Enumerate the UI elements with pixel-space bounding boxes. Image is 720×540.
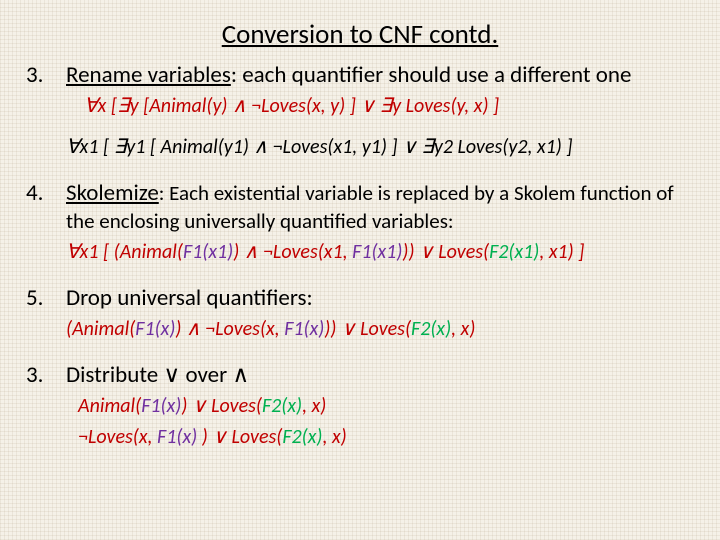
f-f2: F2(x) (262, 394, 302, 418)
f-post: , x) (302, 394, 326, 418)
f-f2: F2(x1) (489, 240, 539, 264)
f-post: , x1) ] (539, 240, 584, 264)
f-post: , x) (322, 425, 346, 449)
step-body: : (307, 284, 313, 312)
f-pre: ∀x1 [ (Animal( (66, 240, 183, 264)
step-list: Rename variables: each quantifier should… (22, 61, 698, 451)
f-pre: Animal( (78, 394, 141, 418)
f-pre: (Animal( (66, 317, 135, 341)
f-mid2: )) ∨ Loves( (402, 240, 489, 264)
f-f1: F1(x) (135, 317, 175, 341)
f-f1b: F1(x) (284, 317, 324, 341)
f-mid2: )) ∨ Loves( (324, 317, 411, 341)
step-rename: Rename variables: each quantifier should… (66, 61, 698, 161)
step-skolemize: Skolemize: Each existential variable is … (66, 179, 698, 266)
formula-drop: (Animal(F1(x)) ∧ ¬Loves(x, F1(x))) ∨ Lov… (66, 316, 698, 343)
formula-rename-a: ∀x [∃y [Animal(y) ∧ ¬Loves(x, y) ] ∨ ∃y … (84, 93, 698, 120)
f-f1: F1(x) (141, 394, 181, 418)
f-mid1: ) ∧ ¬Loves(x1, (233, 240, 352, 264)
formula-rename-b: ∀x1 [ ∃y1 [ Animal(y1) ∧ ¬Loves(x1, y1) … (66, 134, 698, 161)
step-head: Drop universal quantifiers (66, 284, 307, 312)
step-body: : each quantifier should use a different… (231, 61, 632, 89)
slide-title: Conversion to CNF contd. (22, 18, 698, 51)
step-head: Rename variables (66, 61, 231, 89)
f-mid: ) ∨ Loves( (197, 425, 282, 449)
f-f2: F2(x) (282, 425, 322, 449)
f-pre: ¬Loves(x, (78, 425, 157, 449)
formula-skolem: ∀x1 [ (Animal(F1(x1)) ∧ ¬Loves(x1, F1(x1… (66, 239, 698, 266)
f-f1b: F1(x1) (352, 240, 402, 264)
step-head: Distribute ∨ over ∧ (66, 361, 249, 389)
f-mid1: ) ∧ ¬Loves(x, (175, 317, 284, 341)
f-post: , x) (451, 317, 475, 341)
step-drop-universals: Drop universal quantifiers: (Animal(F1(x… (66, 284, 698, 343)
step-head: Skolemize (66, 179, 159, 207)
f-f1: F1(x) (157, 425, 197, 449)
f-f1: F1(x1) (183, 240, 233, 264)
step-distribute: Distribute ∨ over ∧ Animal(F1(x)) ∨ Love… (66, 361, 698, 451)
f-f2: F2(x) (411, 317, 451, 341)
f-mid: ) ∨ Loves( (181, 394, 262, 418)
formula-dist-2: ¬Loves(x, F1(x) ) ∨ Loves(F2(x), x) (78, 424, 698, 451)
formula-dist-1: Animal(F1(x)) ∨ Loves(F2(x), x) (78, 393, 698, 420)
